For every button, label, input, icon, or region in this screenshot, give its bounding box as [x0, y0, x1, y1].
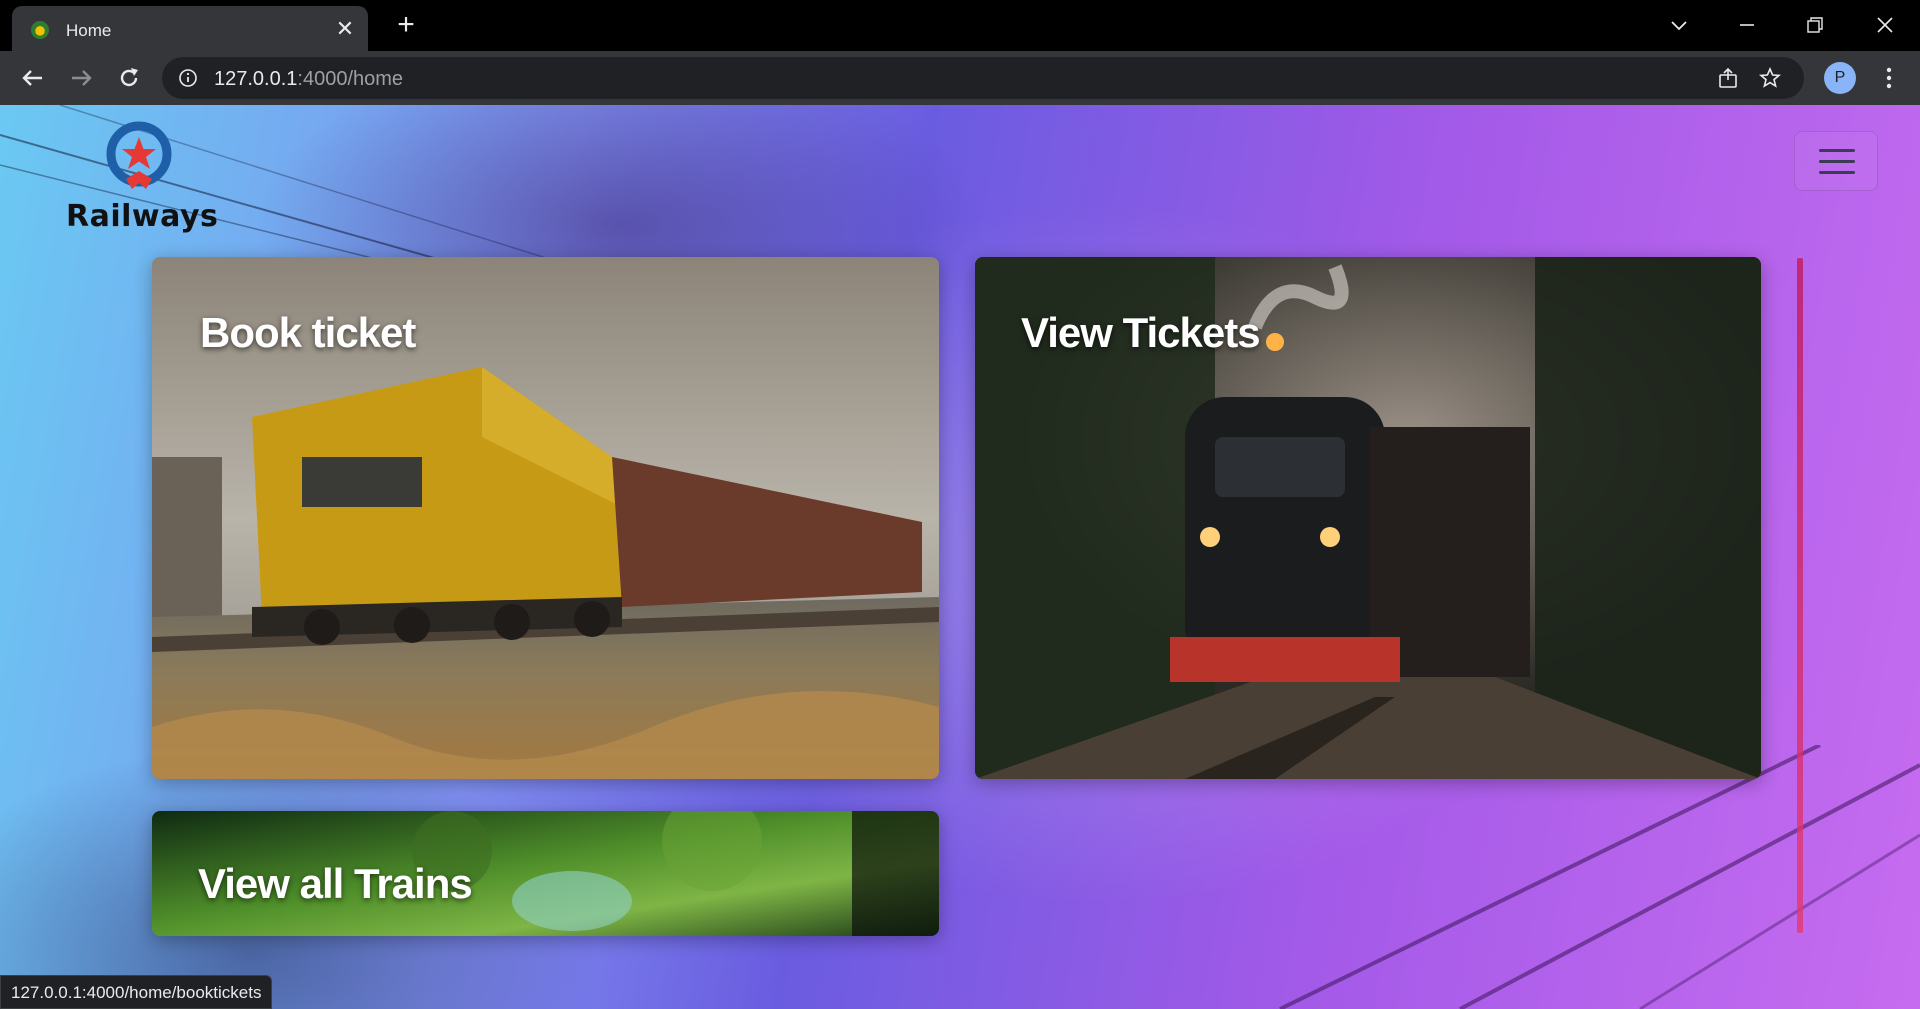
close-window-icon[interactable]: [1870, 10, 1900, 40]
tab-title: Home: [66, 21, 112, 40]
address-bar[interactable]: 127.0.0.1:4000/home: [162, 57, 1804, 99]
browser-tab[interactable]: Home ✕: [12, 6, 368, 51]
minimize-icon[interactable]: [1732, 10, 1762, 40]
more-menu-icon[interactable]: [1874, 63, 1904, 93]
logo-text: Railways: [66, 199, 219, 234]
reload-icon[interactable]: [114, 63, 144, 93]
site-info-icon[interactable]: [178, 68, 198, 88]
view-tickets-card[interactable]: View Tickets: [975, 257, 1761, 779]
back-arrow-icon[interactable]: [18, 63, 48, 93]
profile-avatar[interactable]: P: [1824, 62, 1856, 94]
url-text: 127.0.0.1:4000/home: [214, 68, 403, 91]
view-all-trains-title: View all Trains: [198, 860, 473, 907]
browser-tab-strip: Home ✕ +: [0, 0, 1920, 51]
hamburger-line: [1819, 171, 1855, 174]
link-status-bar: 127.0.0.1:4000/home/booktickets: [0, 975, 273, 1009]
hamburger-line: [1819, 160, 1855, 163]
page-background: Railways Book ticket View Tickets View a…: [0, 105, 1920, 1009]
tab-search-icon[interactable]: [1664, 10, 1694, 40]
hamburger-line: [1819, 149, 1855, 152]
rail-tracks-decoration: [1279, 745, 1920, 1009]
new-tab-icon[interactable]: +: [392, 10, 420, 40]
share-icon[interactable]: [1716, 66, 1740, 90]
favicon-icon: [31, 21, 49, 39]
accent-scroll-bar: [1797, 258, 1803, 933]
browser-toolbar: 127.0.0.1:4000/home P: [0, 51, 1920, 105]
url-path: :4000/home: [297, 68, 404, 90]
view-tickets-title: View Tickets: [1021, 309, 1261, 356]
close-tab-icon[interactable]: ✕: [334, 18, 356, 40]
logo-emblem-icon: [106, 121, 172, 189]
book-ticket-title: Book ticket: [200, 309, 416, 356]
railways-logo[interactable]: Railways: [66, 121, 219, 234]
bookmark-star-icon[interactable]: [1758, 66, 1782, 90]
view-all-trains-card[interactable]: View all Trains: [152, 811, 939, 936]
book-ticket-card[interactable]: Book ticket: [152, 257, 939, 779]
url-host: 127.0.0.1: [214, 68, 298, 90]
restore-icon[interactable]: [1800, 10, 1830, 40]
forward-arrow-icon[interactable]: [66, 63, 96, 93]
menu-toggle-button[interactable]: [1794, 131, 1878, 191]
